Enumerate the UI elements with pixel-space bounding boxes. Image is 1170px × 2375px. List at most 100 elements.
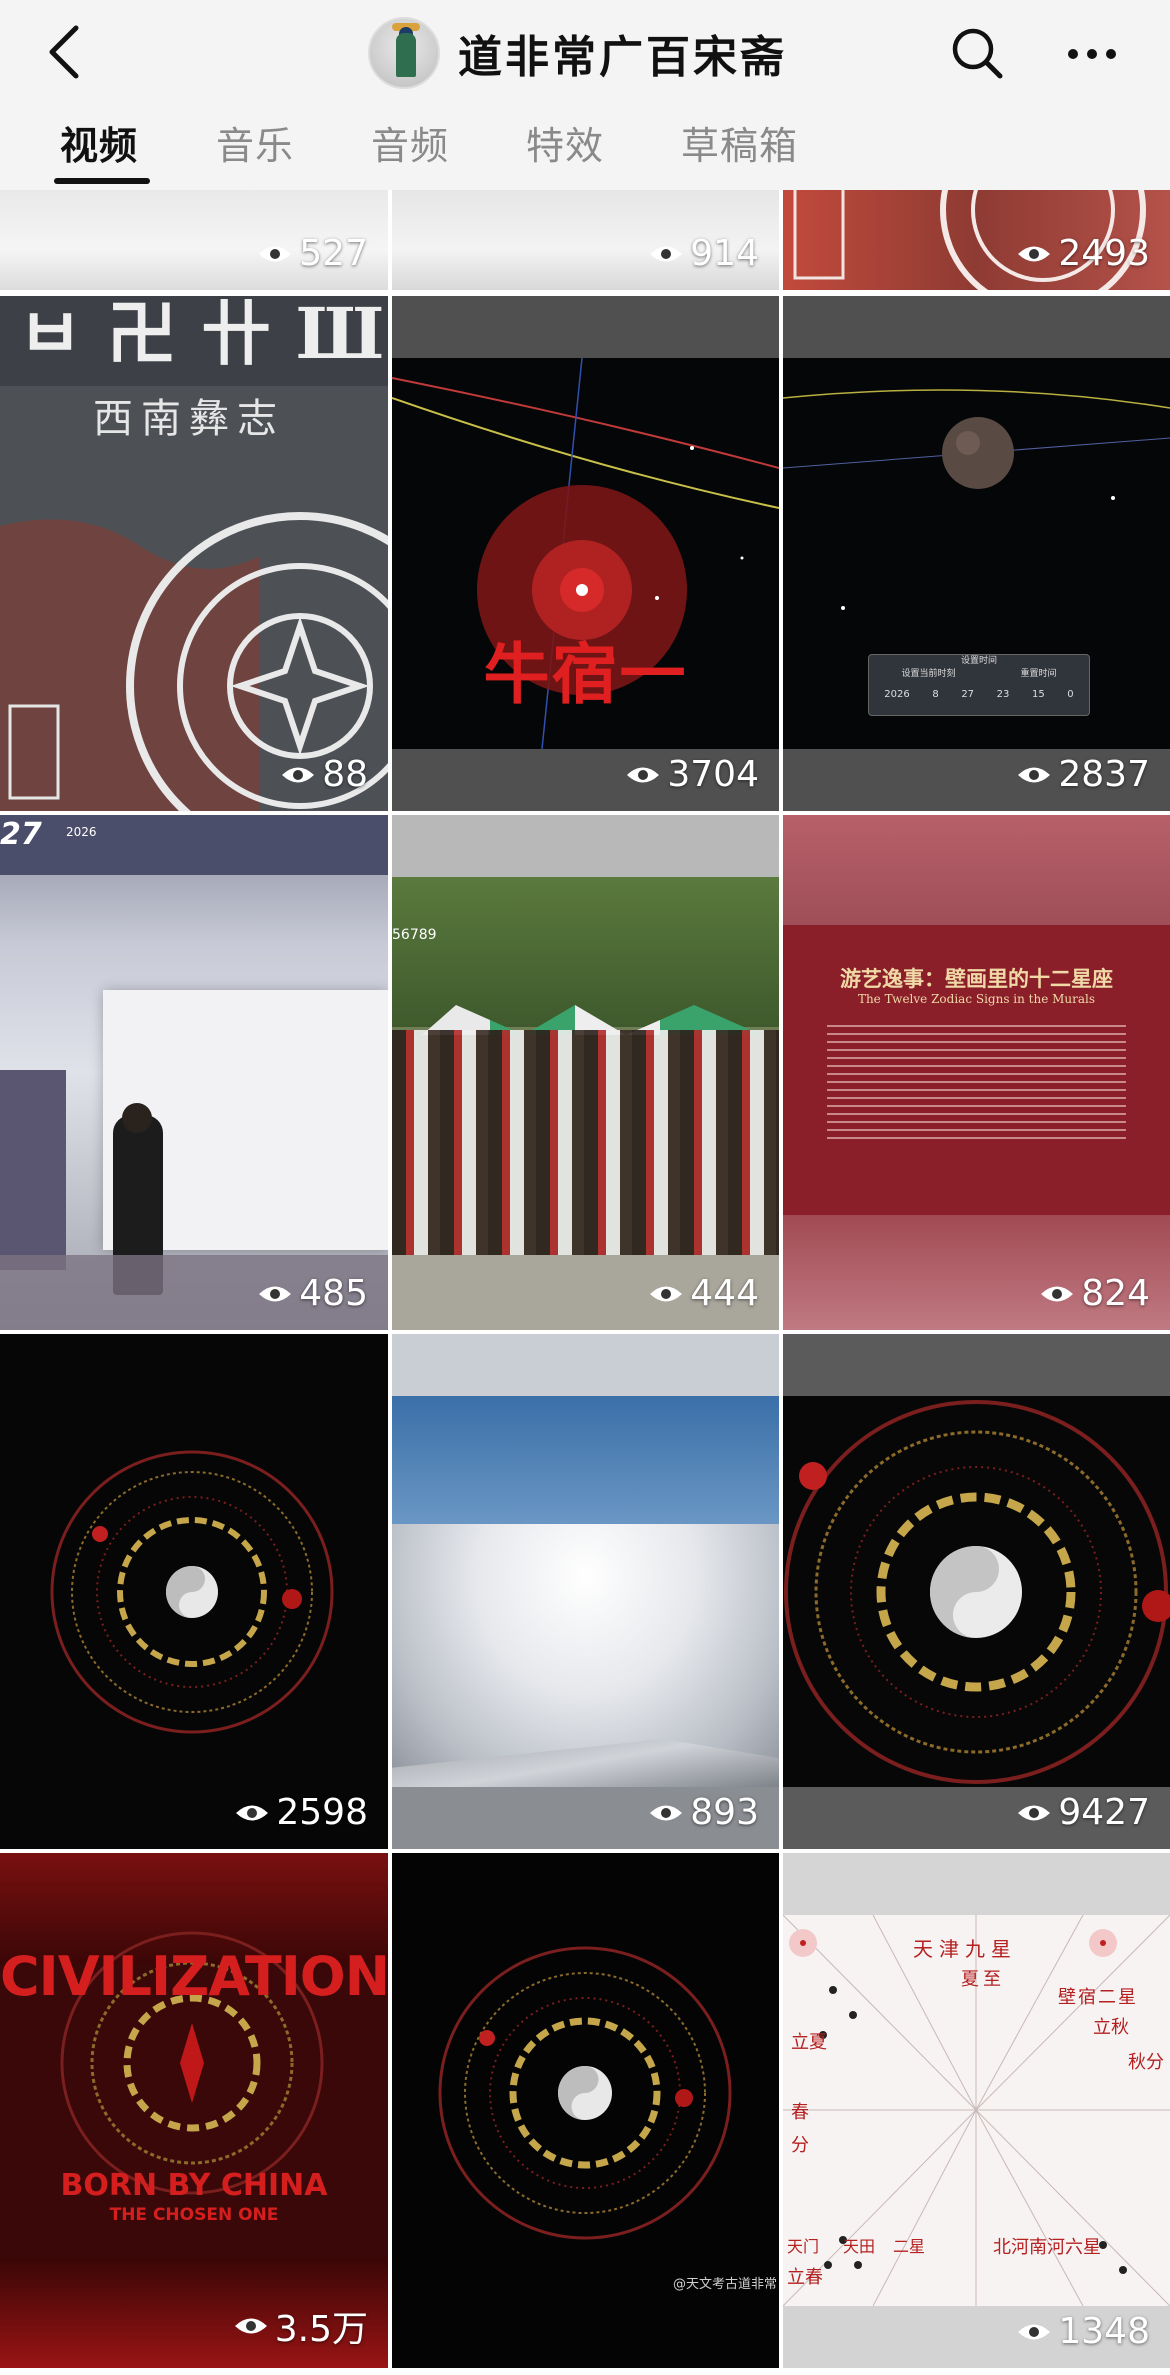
tab-video[interactable]: 视频 [60, 115, 138, 170]
video-thumbnail[interactable]: 527 [0, 190, 388, 290]
video-thumbnail[interactable]: @天文考古道非常 [392, 1853, 779, 2368]
map-label: 二星 [893, 2237, 926, 2256]
video-thumbnail[interactable]: 牛宿一 3704 [392, 296, 779, 811]
view-count: 2837 [1016, 754, 1150, 795]
view-count: 444 [648, 1273, 759, 1314]
map-label: 春 [791, 2102, 809, 2123]
watermark: @天文考古道非常 [672, 2277, 777, 2292]
profile-header: 道非常广百宋斋 [368, 14, 787, 92]
view-count-label: 2493 [1058, 233, 1150, 274]
second-field: 0 [1067, 689, 1074, 700]
video-thumbnail[interactable]: 天津九星 夏至 壁宿二星 立秋 秋分 北河南河六星 立夏 春 分 天门 天田 二… [783, 1853, 1170, 2368]
video-subtitle: BORN BY CHINA [60, 2168, 328, 2203]
video-caption: 牛宿一 [483, 635, 688, 713]
time-dialog: 设置时间 设置当前时刻 重置时间 2026 8 27 23 15 0 [868, 654, 1090, 716]
map-label: 天田 [843, 2237, 876, 2256]
view-count: 824 [1039, 1273, 1150, 1314]
view-count-label: 3.5万 [274, 2309, 368, 2350]
video-subtitle: The Twelve Zodiac Signs in the Murals [857, 992, 1096, 1006]
search-button[interactable] [948, 24, 1008, 84]
map-label: 分 [791, 2135, 809, 2156]
view-count-label: 914 [690, 233, 759, 274]
bagua-wheel-icon [50, 1450, 334, 1734]
view-count: 485 [257, 1273, 368, 1314]
eye-icon [1018, 246, 1051, 261]
more-button[interactable] [1062, 24, 1122, 84]
top-bar: 道非常广百宋斋 [0, 0, 1170, 105]
view-count-label: 2837 [1058, 754, 1150, 795]
date-overlay: 27 [0, 817, 42, 852]
video-grid: 527 914 2493 ㅂ 卍 卄 Ш 西南彝志 88 牛宿一 3704 设置… [0, 190, 1170, 2375]
eye-icon [1018, 767, 1051, 782]
eye-icon [259, 1286, 292, 1301]
video-thumbnail[interactable]: CIVILIZATION BORN BY CHINA THE CHOSEN ON… [0, 1853, 388, 2368]
dialog-title: 设置时间 [960, 656, 997, 666]
eye-icon [1018, 2324, 1051, 2339]
map-label: 夏至 [961, 1969, 1005, 1990]
eye-icon [1018, 1805, 1051, 1820]
video-thumbnail[interactable]: 2493 [783, 190, 1170, 290]
video-thumbnail[interactable]: 2598 [0, 1334, 388, 1849]
view-count-label: 824 [1081, 1273, 1150, 1314]
video-thumbnail[interactable]: ㅂ 卍 卄 Ш 西南彝志 88 [0, 296, 388, 811]
view-count: 2598 [234, 1792, 368, 1833]
view-count-label: 88 [322, 754, 368, 795]
view-count-label: 485 [299, 1273, 368, 1314]
eye-icon [650, 1286, 683, 1301]
map-label: 立春 [787, 2267, 823, 2288]
video-caption: 西南彝志 [93, 396, 285, 442]
map-label: 壁宿二星 [1058, 1987, 1138, 2008]
eye-icon [627, 767, 660, 782]
video-thumbnail[interactable]: 56789 444 [392, 815, 779, 1330]
seal-stamp-icon [793, 190, 845, 280]
video-thumbnail[interactable]: 9427 [783, 1334, 1170, 1849]
view-count-label: 444 [690, 1273, 759, 1314]
eye-icon [650, 1805, 683, 1820]
view-count: 914 [648, 233, 759, 274]
map-label: 天门 [787, 2237, 820, 2256]
video-thumbnail[interactable]: 893 [392, 1334, 779, 1849]
eye-icon [1041, 1286, 1074, 1301]
avatar[interactable] [368, 17, 440, 89]
dialog-label: 设置当前时刻 [901, 669, 956, 679]
year-field: 2026 [884, 689, 910, 700]
video-thumbnail[interactable]: 游艺逸事：壁画里的十二星座 The Twelve Zodiac Signs in… [783, 815, 1170, 1330]
view-count-label: 9427 [1058, 1792, 1150, 1833]
view-count-label: 3704 [667, 754, 759, 795]
search-icon [952, 28, 1003, 79]
view-count-label: 1348 [1058, 2311, 1150, 2352]
back-button[interactable] [38, 22, 88, 82]
map-label: 秋分 [1128, 2052, 1164, 2073]
month-field: 8 [932, 689, 939, 700]
eye-icon [234, 2318, 267, 2334]
video-thumbnail[interactable]: 设置时间 设置当前时刻 重置时间 2026 8 27 23 15 0 2837 [783, 296, 1170, 811]
tab-music[interactable]: 音乐 [216, 115, 294, 170]
video-thumbnail[interactable]: 27 2026 485 [0, 815, 388, 1330]
yi-pattern-icon: ㅂ 卍 卄 Ш [0, 296, 388, 811]
view-count: 3.5万 [233, 2300, 368, 2352]
minute-field: 15 [1031, 689, 1045, 700]
tab-effects[interactable]: 特效 [526, 115, 604, 170]
map-label: 立夏 [791, 2032, 827, 2053]
svg-text:ㅂ 卍 卄 Ш: ㅂ 卍 卄 Ш [18, 296, 384, 375]
date-overlay: 2026 [66, 825, 97, 839]
video-title: 游艺逸事：壁画里的十二星座 [840, 966, 1113, 991]
view-count-label: 527 [299, 233, 368, 274]
view-count: 9427 [1016, 1792, 1150, 1833]
view-count: 3704 [625, 754, 759, 795]
map-label: 北河南河六星 [993, 2237, 1101, 2258]
corner-text: 56789 [392, 927, 437, 943]
map-label: 立秋 [1093, 2017, 1129, 2038]
view-count: 893 [648, 1792, 759, 1833]
day-field: 27 [961, 689, 975, 700]
eye-icon [236, 1805, 269, 1820]
tab-drafts[interactable]: 草稿箱 [681, 115, 798, 170]
tab-audio[interactable]: 音频 [371, 115, 449, 170]
bagua-wheel-icon [60, 1931, 324, 2195]
bagua-wheel-icon [783, 1396, 1170, 1787]
ellipsis-icon [1068, 49, 1116, 59]
chevron-left-icon [49, 25, 79, 79]
view-count-label: 893 [690, 1792, 759, 1833]
eye-icon [282, 767, 315, 782]
video-thumbnail[interactable]: 914 [392, 190, 779, 290]
